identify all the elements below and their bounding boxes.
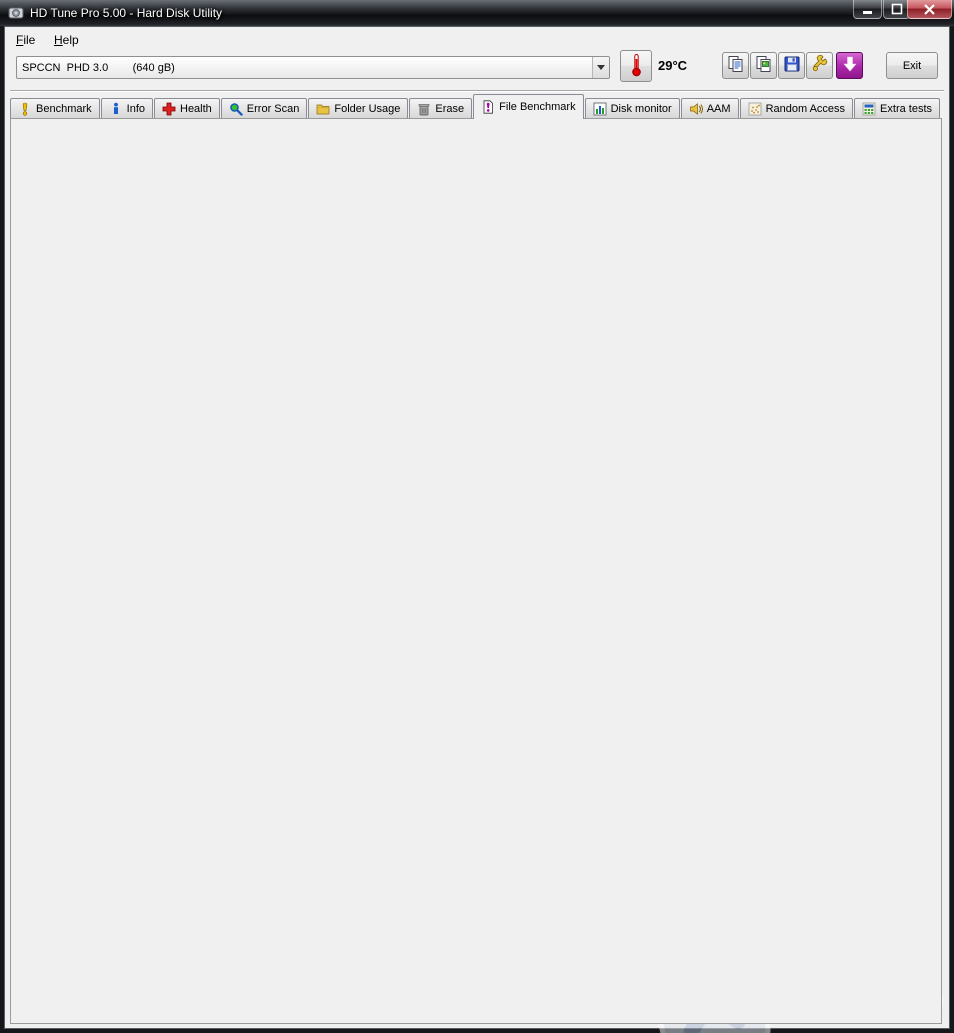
copy-image-icon xyxy=(755,55,773,76)
download-arrow-icon xyxy=(842,56,858,75)
folder-icon xyxy=(316,102,330,116)
save-icon xyxy=(783,55,801,76)
health-icon xyxy=(162,102,176,116)
chevron-down-icon xyxy=(592,57,609,78)
erase-icon xyxy=(417,102,431,116)
maximize-button[interactable] xyxy=(883,0,910,19)
tab-extra-tests[interactable]: Extra tests xyxy=(854,98,940,119)
tab-erase[interactable]: Erase xyxy=(409,98,472,119)
copy-text-button[interactable] xyxy=(722,52,749,79)
exit-button[interactable]: Exit xyxy=(886,52,938,79)
tab-folder-usage[interactable]: Folder Usage xyxy=(308,98,408,119)
toolbar-separator xyxy=(10,90,944,92)
aam-icon xyxy=(689,102,703,116)
tab-strip: Benchmark Info Health Error Scan Folder … xyxy=(10,94,941,119)
extra-tests-icon xyxy=(862,102,876,116)
tab-label: File Benchmark xyxy=(499,101,575,113)
disk-monitor-icon xyxy=(593,102,607,116)
temperature-button[interactable] xyxy=(620,50,652,82)
tab-health[interactable]: Health xyxy=(154,98,220,119)
tab-label: Erase xyxy=(435,103,464,115)
tab-file-benchmark[interactable]: File Benchmark xyxy=(473,94,583,119)
temperature-value: 29°C xyxy=(658,58,687,73)
error-scan-icon xyxy=(229,102,243,116)
thermometer-icon xyxy=(630,53,643,80)
download-button[interactable] xyxy=(836,52,863,79)
save-button[interactable] xyxy=(778,52,805,79)
application-window: HD Tune Pro 5.00 - Hard Disk Utility Fil… xyxy=(0,0,954,1033)
close-button[interactable] xyxy=(907,0,952,19)
file-benchmark-icon xyxy=(481,100,495,114)
tab-info[interactable]: Info xyxy=(101,98,153,119)
tab-disk-monitor[interactable]: Disk monitor xyxy=(585,98,680,119)
tab-label: Disk monitor xyxy=(611,103,672,115)
tab-error-scan[interactable]: Error Scan xyxy=(221,98,308,119)
tab-label: Extra tests xyxy=(880,103,932,115)
tab-label: Health xyxy=(180,103,212,115)
tab-label: Folder Usage xyxy=(334,103,400,115)
info-icon xyxy=(109,102,123,116)
file-benchmark-panel xyxy=(10,118,942,1024)
tab-label: Info xyxy=(127,103,145,115)
copy-image-button[interactable] xyxy=(750,52,777,79)
random-access-icon xyxy=(748,102,762,116)
drive-select-dropdown[interactable]: SPCCN PHD 3.0 (640 gB) xyxy=(16,56,610,79)
copy-text-icon xyxy=(727,55,745,76)
menu-help[interactable]: Help xyxy=(50,31,83,49)
tab-label: AAM xyxy=(707,103,731,115)
minimize-button[interactable] xyxy=(853,0,882,19)
tab-aam[interactable]: AAM xyxy=(681,98,739,119)
tab-label: Error Scan xyxy=(247,103,300,115)
window-title: HD Tune Pro 5.00 - Hard Disk Utility xyxy=(30,6,222,20)
